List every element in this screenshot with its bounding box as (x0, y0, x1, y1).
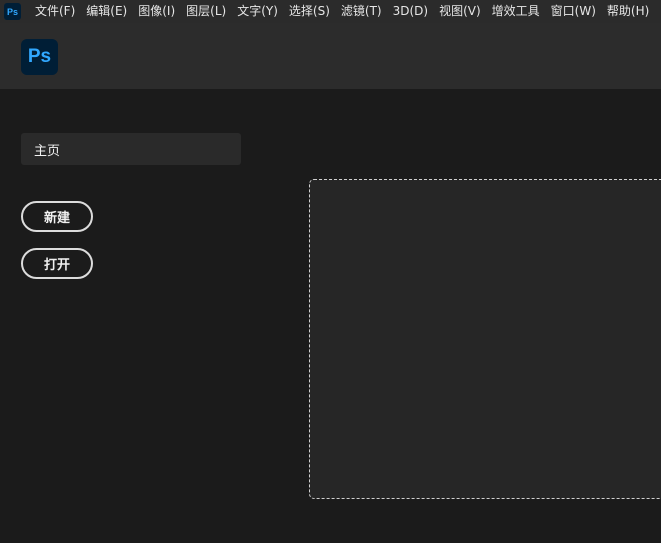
file-drop-zone[interactable] (309, 179, 661, 499)
menu-file[interactable]: 文件(F) (35, 0, 75, 23)
menu-3d[interactable]: 3D(D) (393, 0, 428, 23)
menu-help[interactable]: 帮助(H) (607, 0, 649, 23)
menu-type[interactable]: 文字(Y) (237, 0, 278, 23)
menu-items: 文件(F) 编辑(E) 图像(I) 图层(L) 文字(Y) 选择(S) 滤镜(T… (35, 0, 649, 23)
photoshop-logo-icon[interactable]: Ps (21, 39, 58, 75)
menu-edit[interactable]: 编辑(E) (86, 0, 127, 23)
sidebar-item-home-label: 主页 (34, 143, 61, 159)
menu-window[interactable]: 窗口(W) (551, 0, 596, 23)
menu-bar: Ps 文件(F) 编辑(E) 图像(I) 图层(L) 文字(Y) 选择(S) 滤… (0, 0, 661, 23)
photoshop-app-icon[interactable]: Ps (4, 3, 21, 20)
app-header: Ps (0, 23, 661, 89)
home-screen: 主页 新建 打开 (0, 89, 661, 543)
menu-filter[interactable]: 滤镜(T) (341, 0, 382, 23)
menu-layer[interactable]: 图层(L) (186, 0, 226, 23)
menu-select[interactable]: 选择(S) (289, 0, 330, 23)
new-button[interactable]: 新建 (21, 201, 93, 232)
sidebar-item-home[interactable]: 主页 (21, 133, 241, 165)
menu-image[interactable]: 图像(I) (138, 0, 175, 23)
open-button[interactable]: 打开 (21, 248, 93, 279)
menu-plugins[interactable]: 增效工具 (492, 0, 540, 23)
menu-view[interactable]: 视图(V) (439, 0, 481, 23)
